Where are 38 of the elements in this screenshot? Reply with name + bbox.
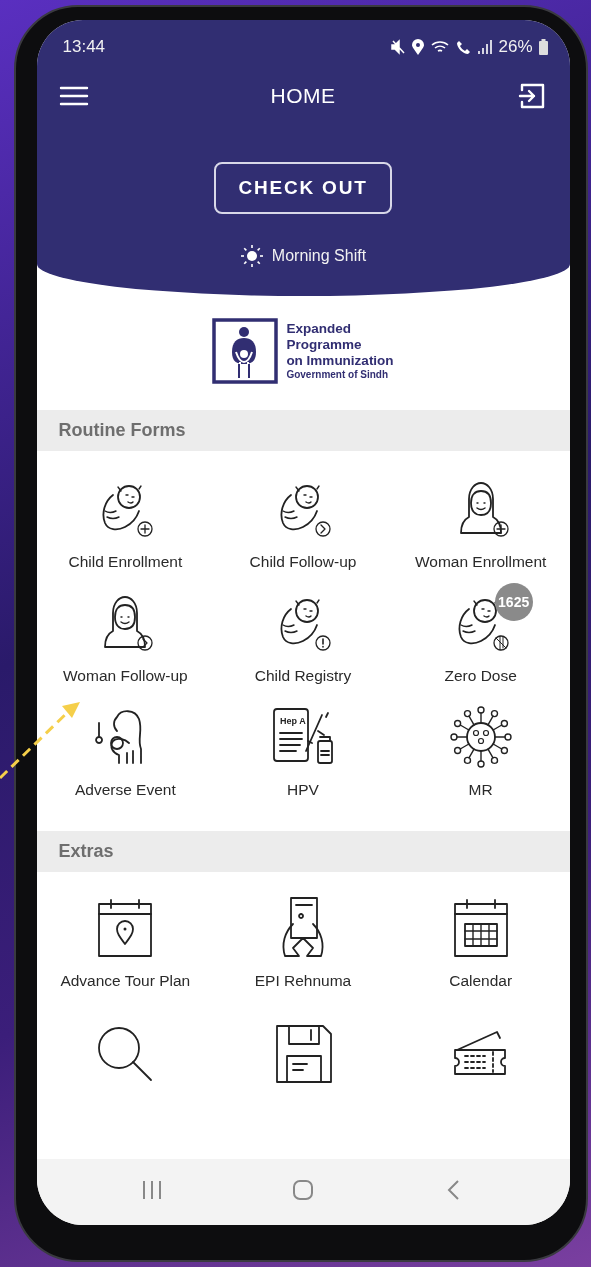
logo-emblem-icon — [212, 318, 279, 384]
home-button[interactable] — [291, 1179, 315, 1201]
menu-tile[interactable]: Woman Enrollment — [391, 467, 570, 571]
count-badge: 1625 — [494, 583, 533, 621]
menu-tile[interactable]: Child Enrollment — [36, 467, 215, 571]
screen-title: HOME — [270, 84, 336, 108]
syringe-icon — [305, 712, 329, 752]
menu-tile[interactable]: Calendar — [391, 886, 570, 990]
menu-tile[interactable]: EPI Rehnuma — [214, 886, 392, 990]
logout-button[interactable] — [517, 82, 546, 110]
recent-apps-button[interactable] — [140, 1179, 164, 1201]
menu-tile[interactable]: Child Follow-up — [214, 467, 392, 571]
menu-tile[interactable]: MR — [391, 695, 570, 799]
document-icon — [273, 708, 309, 762]
signal-icon — [478, 39, 493, 55]
wifi-icon — [430, 39, 451, 55]
location-icon — [412, 39, 425, 55]
check-out-button[interactable]: CHECK OUT — [214, 162, 392, 214]
menu-tile[interactable]: 1625 Zero Dose — [391, 581, 570, 685]
logo-text: Expanded Programme on Immunization Government of Sindh — [286, 321, 394, 381]
status-time: 13:44 — [62, 37, 106, 57]
virus-icon — [448, 705, 513, 769]
menu-button[interactable] — [58, 85, 89, 107]
menu-tile[interactable]: Advance Tour Plan — [36, 886, 215, 990]
muted-icon — [390, 39, 407, 55]
shift-label: Morning Shift — [271, 247, 367, 265]
battery-percent: 26% — [498, 37, 533, 57]
vial-icon — [317, 736, 333, 764]
menu-tile[interactable]: Hep A HPV — [214, 695, 392, 799]
menu-tile[interactable]: Adverse Event — [36, 695, 215, 799]
battery-icon — [538, 39, 548, 55]
menu-tile[interactable]: Child Registry — [214, 581, 392, 685]
sun-icon — [239, 244, 264, 268]
call-icon — [456, 39, 473, 55]
document-label: Hep A — [280, 716, 306, 726]
menu-tile[interactable]: Woman Follow-up — [36, 581, 215, 685]
section-title: Routine Forms — [58, 420, 186, 441]
section-title: Extras — [58, 841, 114, 862]
